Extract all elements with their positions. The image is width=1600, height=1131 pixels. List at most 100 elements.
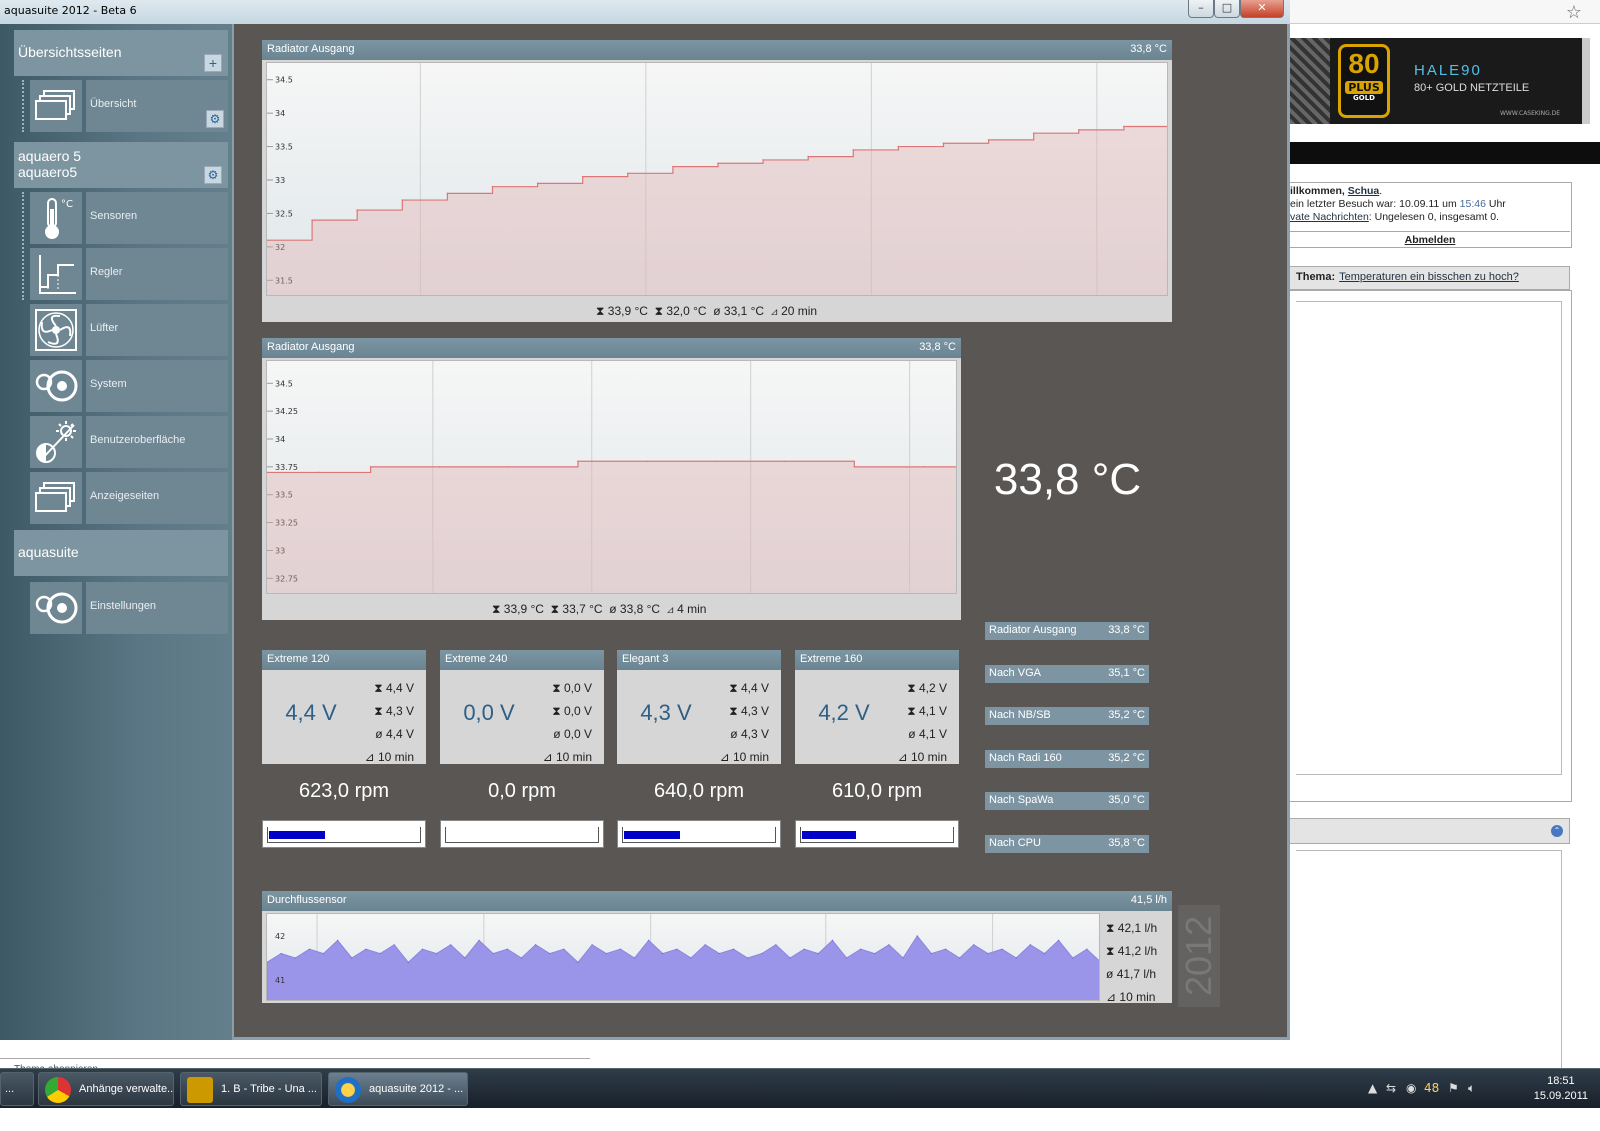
data-point bbox=[619, 948, 621, 950]
data-point bbox=[1086, 948, 1088, 950]
timespan-icon: ⊿ bbox=[364, 750, 375, 764]
thread-title-link[interactable]: Temperaturen ein bisschen zu hoch? bbox=[1339, 271, 1519, 283]
stat-max: 4,4 V bbox=[385, 681, 414, 695]
data-point bbox=[491, 185, 494, 188]
minimize-button[interactable]: – bbox=[1188, 0, 1214, 18]
data-point bbox=[676, 948, 678, 950]
nav-item-uebersicht[interactable]: Übersicht ⚙ bbox=[30, 80, 228, 132]
close-button[interactable]: ✕ bbox=[1240, 0, 1284, 18]
stat-min: 33,7 °C bbox=[562, 602, 603, 616]
settings-icon bbox=[30, 582, 82, 634]
gear-icon[interactable]: ⚙ bbox=[206, 110, 224, 128]
stat-avg: 33,1 °C bbox=[723, 304, 765, 318]
stat-avg: 33,8 °C bbox=[619, 602, 661, 616]
badge-number: 80 bbox=[1348, 48, 1380, 79]
temperature-value: 35,0 °C bbox=[1108, 794, 1145, 807]
stat-max: 4,2 V bbox=[918, 681, 947, 695]
fan-rpm: 610,0 rpm bbox=[831, 780, 923, 802]
nav-item-sensoren[interactable]: °C Sensoren bbox=[30, 192, 228, 244]
banner-url: WWW.CASEKING.DE bbox=[1500, 110, 1561, 117]
data-point bbox=[1043, 953, 1046, 955]
action-center-icon[interactable]: ⚑ bbox=[1448, 1081, 1459, 1095]
min-icon: ⧗ bbox=[654, 304, 664, 318]
system-tray: ▲ ⇆ ◉ 48 ⚑ 🔈︎ 18:51 15.09.2011 bbox=[1360, 1069, 1600, 1109]
thread-title-bar: Thema: Temperaturen ein bisschen zu hoch? bbox=[1290, 266, 1570, 290]
data-point bbox=[916, 935, 918, 937]
divider bbox=[0, 1058, 590, 1059]
avg-icon: ø bbox=[908, 727, 916, 741]
data-point bbox=[446, 192, 449, 195]
data-point bbox=[930, 953, 932, 955]
task-chrome[interactable]: Anhänge verwalte... bbox=[38, 1072, 174, 1106]
nav-item-regler[interactable]: Regler bbox=[30, 248, 228, 300]
stat-avg: 4,3 V bbox=[740, 727, 769, 741]
window-titlebar[interactable]: aquasuite 2012 - Beta 6 – □ ✕ bbox=[0, 0, 1290, 24]
tray-counter[interactable]: 48 bbox=[1424, 1081, 1439, 1095]
nav-item-luefter[interactable]: Lüfter bbox=[30, 304, 228, 356]
section-title: Übersichtsseiten bbox=[18, 44, 122, 60]
data-point bbox=[520, 957, 523, 959]
min-icon: ⧗ bbox=[550, 602, 560, 616]
data-point bbox=[1001, 948, 1003, 950]
screen-bottom bbox=[0, 1108, 1600, 1131]
section-overview-pages[interactable]: Übersichtsseiten + bbox=[14, 30, 228, 76]
section-aquasuite[interactable]: aquasuite bbox=[14, 530, 228, 576]
max-icon: ⧗ bbox=[374, 681, 383, 695]
advertisement-banner[interactable]: 80 PLUS GOLD HALE90 80+ GOLD NETZTEILE W… bbox=[1290, 38, 1590, 124]
big-temperature-readout: 33,8 °C bbox=[993, 455, 1142, 504]
timespan-icon: ⊿ bbox=[719, 750, 730, 764]
temperature-chart: 34.534.253433.7533.533.253332.75 bbox=[266, 360, 957, 594]
y-tick-label: 33.75 bbox=[275, 463, 298, 472]
temperature-value: 35,2 °C bbox=[1108, 751, 1145, 764]
temperature-item: Nach VGA 35,1 °C bbox=[985, 664, 1149, 683]
data-point bbox=[715, 460, 717, 463]
data-point bbox=[308, 948, 311, 950]
clock[interactable]: 18:51 15.09.2011 bbox=[1534, 1074, 1588, 1104]
nav-item-system[interactable]: System bbox=[30, 360, 228, 412]
nav-item-einstellungen[interactable]: Einstellungen bbox=[30, 582, 228, 634]
badge-gold: GOLD bbox=[1353, 94, 1375, 102]
maximize-button[interactable]: □ bbox=[1214, 0, 1240, 18]
network-icon[interactable]: ⇆ bbox=[1386, 1081, 1396, 1095]
task-winamp[interactable]: 1. B - Tribe - Una ... bbox=[180, 1072, 322, 1106]
data-point bbox=[379, 953, 381, 955]
gear-icon[interactable]: ⚙ bbox=[204, 166, 222, 184]
private-messages-link[interactable]: vate Nachrichten bbox=[1290, 211, 1369, 223]
stat-avg: 0,0 V bbox=[563, 727, 592, 741]
section-aquaero[interactable]: aquaero 5 aquaero5 ⚙ bbox=[14, 142, 228, 188]
bookmark-star-icon[interactable]: ☆ bbox=[1566, 2, 1582, 23]
logout-link[interactable]: Abmelden bbox=[1290, 231, 1570, 247]
data-point bbox=[280, 953, 282, 955]
panel-value: 33,8 °C bbox=[919, 341, 956, 353]
data-point bbox=[959, 957, 961, 959]
task-aquasuite[interactable]: aquasuite 2012 - ... bbox=[328, 1072, 468, 1106]
add-icon[interactable]: + bbox=[204, 54, 222, 72]
data-point bbox=[267, 471, 268, 474]
last-visit-text: ein letzter Besuch war: 10.09.11 um bbox=[1290, 198, 1460, 210]
last-visit-suffix: Uhr bbox=[1485, 198, 1506, 210]
stat-max: 33,9 °C bbox=[503, 602, 544, 616]
show-hidden-icons-icon[interactable]: ▲ bbox=[1368, 1081, 1377, 1095]
data-point bbox=[478, 939, 480, 941]
panel-title: Radiator Ausgang bbox=[267, 43, 355, 55]
nav-label: Sensoren bbox=[86, 192, 228, 244]
volume-icon[interactable]: 🔈︎ bbox=[1468, 1081, 1475, 1096]
data-point bbox=[577, 460, 579, 463]
app-tray-icon[interactable]: ◉ bbox=[1406, 1081, 1416, 1095]
bar-fill bbox=[269, 831, 325, 839]
data-point bbox=[581, 175, 584, 178]
username-link[interactable]: Schua bbox=[1348, 185, 1380, 197]
fan-voltage: 0,0 V bbox=[463, 700, 515, 725]
nav-item-anzeigeseiten[interactable]: Anzeigeseiten bbox=[30, 472, 228, 524]
nav-item-benutzeroberflaeche[interactable]: Benutzeroberfläche bbox=[30, 416, 228, 468]
temperature-label: Radiator Ausgang bbox=[989, 624, 1077, 636]
collapse-icon[interactable]: ⌃ bbox=[1551, 825, 1563, 837]
task-button[interactable]: ... bbox=[0, 1072, 34, 1106]
browser-background: ☆ 80 PLUS GOLD HALE90 80+ GOLD NETZTEILE… bbox=[1290, 0, 1600, 1090]
banner-scrollbar[interactable] bbox=[1582, 38, 1590, 124]
data-point bbox=[845, 957, 848, 959]
timespan-icon: ⊿ bbox=[666, 602, 674, 616]
device-id: aquaero5 bbox=[18, 164, 78, 180]
task-label: 1. B - Tribe - Una ... bbox=[221, 1083, 317, 1095]
avg-icon: ø bbox=[553, 727, 561, 741]
